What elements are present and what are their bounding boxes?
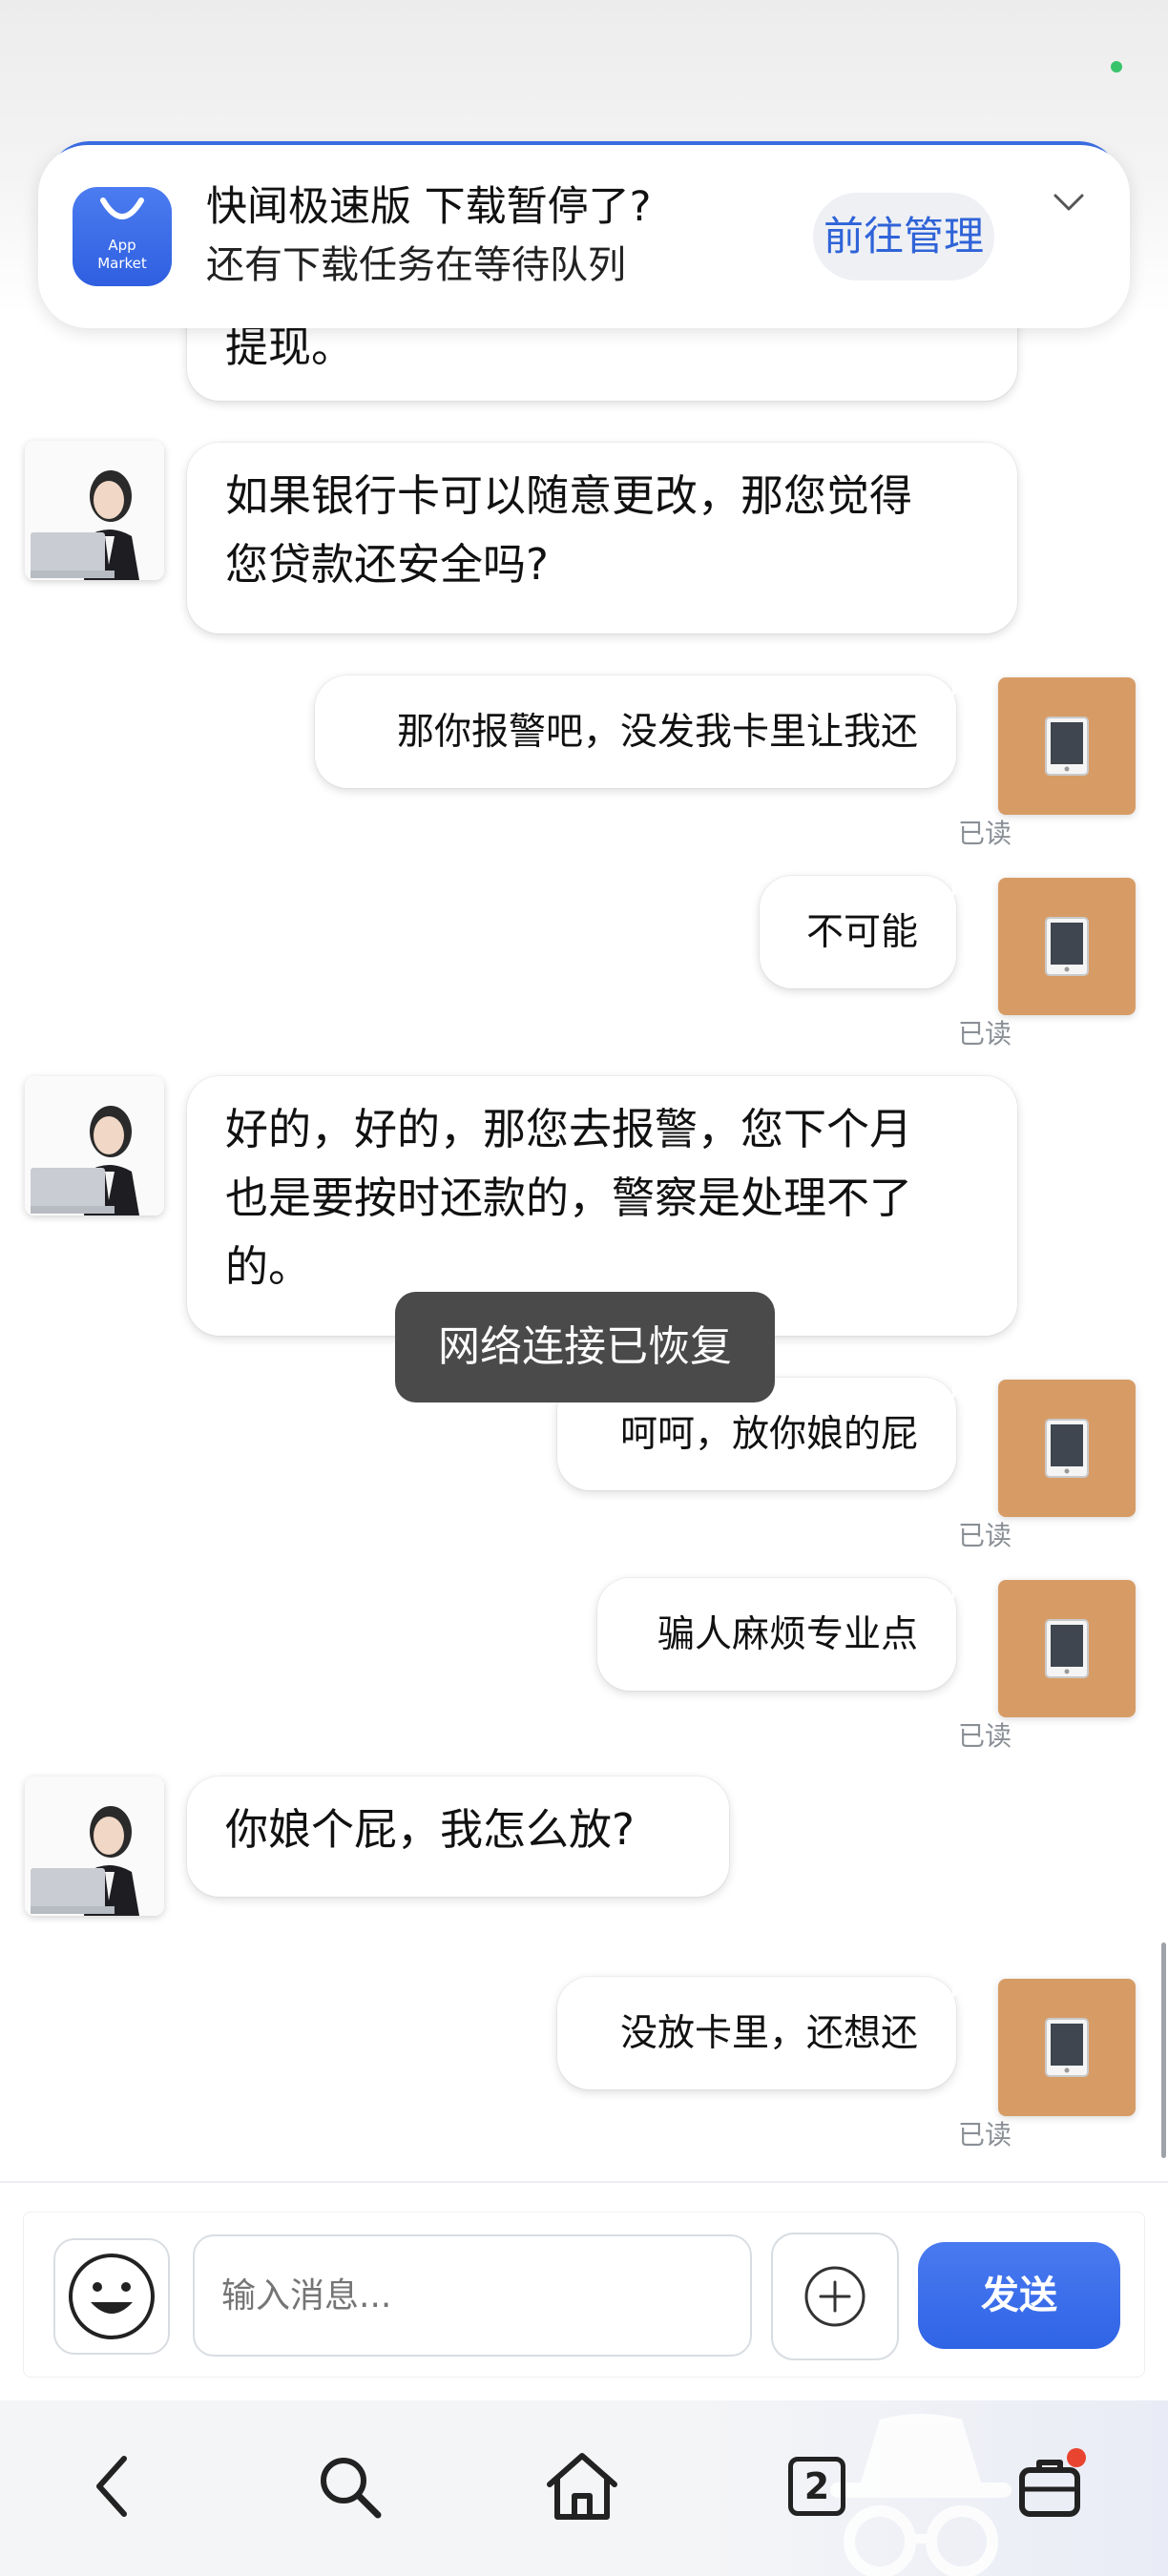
network-restored-toast: 网络连接已恢复: [395, 1292, 775, 1402]
app-icon-label: App Market: [73, 237, 172, 273]
app-market-icon: App Market: [73, 187, 172, 286]
back-button[interactable]: [67, 2439, 162, 2534]
message-line: 您贷款还安全吗?: [225, 539, 549, 590]
bubble-tail: [952, 876, 973, 897]
tablet-icon: [1045, 2018, 1089, 2077]
tablet-icon: [1045, 1419, 1089, 1478]
notification-dot: [1067, 2448, 1086, 2467]
search-button[interactable]: [302, 2439, 397, 2534]
user-avatar: [998, 1979, 1136, 2116]
emoji-button[interactable]: [53, 2238, 170, 2355]
app-icon-label-line1: App: [108, 237, 136, 254]
read-status: 已读: [958, 818, 1012, 849]
notification-subtitle: 还有下载任务在等待队列: [206, 243, 626, 287]
tablet-icon: [1045, 1619, 1089, 1678]
message-line: 如果银行卡可以随意更改，那您觉得: [225, 470, 913, 521]
app-icon-label-line2: Market: [97, 255, 147, 272]
user-avatar: [998, 878, 1136, 1015]
message-line: 呵呵，放你娘的屁: [619, 1413, 918, 1456]
scrollbar-thumb[interactable]: [1161, 1942, 1166, 2158]
notification-title: 快闻极速版 下载暂停了?: [206, 183, 652, 231]
read-status: 已读: [958, 1720, 1012, 1752]
message-line: 好的，好的，那您去报警，您下个月: [225, 1104, 913, 1154]
bubble-tail: [952, 1578, 973, 1599]
agent-message: 你娘个屁，我怎么放?: [187, 1776, 729, 1897]
bubble-tail: [952, 1378, 973, 1399]
tablet-icon: [1045, 917, 1089, 976]
user-avatar: [998, 1380, 1136, 1517]
emoji-icon: [69, 2254, 155, 2339]
tablet-icon: [1045, 717, 1089, 776]
message-line: 骗人麻烦专业点: [657, 1613, 918, 1656]
back-icon: [96, 2456, 127, 2517]
chevron-down-icon[interactable]: [1052, 191, 1086, 218]
tabs-button[interactable]: 2: [769, 2439, 865, 2534]
bubble-tail: [952, 1977, 973, 1998]
user-message: 那你报警吧，没发我卡里让我还: [315, 675, 973, 788]
search-icon: [321, 2458, 382, 2519]
tab-count: 2: [803, 2465, 830, 2507]
message-line: 不可能: [805, 911, 918, 954]
agent-avatar: [25, 1076, 164, 1215]
plus-circle-icon: [804, 2266, 866, 2327]
chat-screen: 提现。 如果银行卡可以随意更改，那您觉得 您贷款还安全吗? 那你报警吧，没发我卡…: [0, 0, 1168, 2576]
message-line: 你娘个屁，我怎么放?: [225, 1804, 635, 1855]
user-message: 骗人麻烦专业点: [597, 1578, 973, 1691]
user-message: 没放卡里，还想还: [557, 1977, 973, 2089]
read-status: 已读: [958, 1018, 1012, 1049]
download-paused-notification[interactable]: App Market 快闻极速版 下载暂停了? 还有下载任务在等待队列 前往管理: [38, 145, 1130, 328]
home-icon: [547, 2453, 617, 2520]
user-message: 不可能: [760, 876, 973, 988]
status-indicator-dot: [1111, 61, 1122, 73]
home-button[interactable]: [534, 2439, 630, 2534]
user-avatar: [998, 1580, 1136, 1717]
agent-avatar: [25, 441, 164, 580]
bubble-tail: [952, 675, 973, 696]
send-button[interactable]: 发送: [918, 2242, 1120, 2349]
message-input[interactable]: [193, 2234, 752, 2357]
agent-message: 如果银行卡可以随意更改，那您觉得 您贷款还安全吗?: [187, 443, 1017, 634]
user-avatar: [998, 677, 1136, 815]
read-status: 已读: [958, 1520, 1012, 1551]
read-status: 已读: [958, 2119, 1012, 2150]
agent-avatar: [25, 1776, 164, 1916]
message-line: 也是要按时还款的，警察是处理不了: [225, 1173, 913, 1223]
message-line: 没放卡里，还想还: [619, 2012, 918, 2055]
tabs-icon: 2: [788, 2457, 845, 2516]
manage-downloads-button[interactable]: 前往管理: [813, 193, 994, 280]
attach-button[interactable]: [771, 2233, 899, 2360]
message-line: 那你报警吧，没发我卡里让我还: [396, 711, 918, 754]
